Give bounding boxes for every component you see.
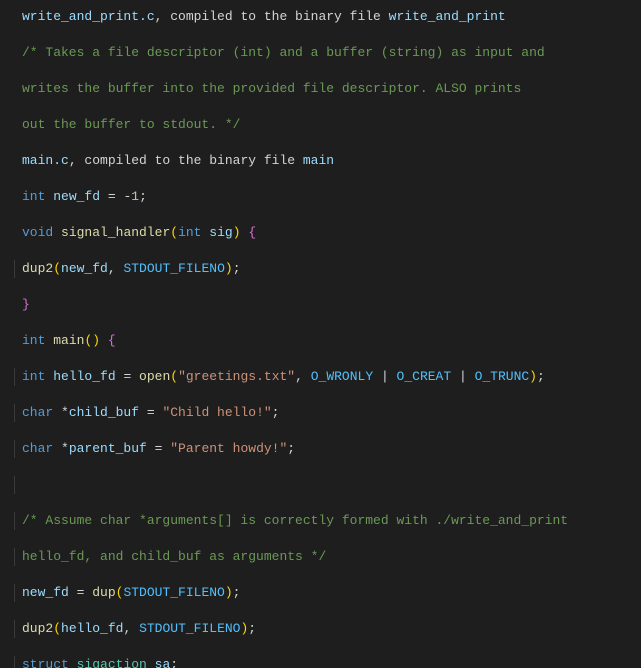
code-line: } — [14, 296, 631, 314]
code-line — [14, 476, 631, 494]
code-line: struct sigaction sa; — [14, 656, 631, 668]
token: write_and_print.c — [22, 9, 155, 24]
code-line: int hello_fd = open("greetings.txt", O_W… — [14, 368, 631, 386]
code-line: /* Takes a file descriptor (int) and a b… — [14, 44, 631, 62]
code-line: /* Assume char *arguments[] is correctly… — [14, 512, 631, 530]
code-line: new_fd = dup(STDOUT_FILENO); — [14, 584, 631, 602]
code-line: char *parent_buf = "Parent howdy!"; — [14, 440, 631, 458]
code-line: int main() { — [14, 332, 631, 350]
comment: /* Takes a file descriptor (int) and a b… — [22, 45, 545, 60]
code-line: write_and_print.c, compiled to the binar… — [14, 8, 631, 26]
code-line: out the buffer to stdout. */ — [14, 116, 631, 134]
code-line: void signal_handler(int sig) { — [14, 224, 631, 242]
code-line: main.c, compiled to the binary file main — [14, 152, 631, 170]
code-line: dup2(new_fd, STDOUT_FILENO); — [14, 260, 631, 278]
code-line: int new_fd = -1; — [14, 188, 631, 206]
code-editor[interactable]: write_and_print.c, compiled to the binar… — [0, 0, 641, 668]
code-line: char *child_buf = "Child hello!"; — [14, 404, 631, 422]
code-line: hello_fd, and child_buf as arguments */ — [14, 548, 631, 566]
code-line: dup2(hello_fd, STDOUT_FILENO); — [14, 620, 631, 638]
code-line: writes the buffer into the provided file… — [14, 80, 631, 98]
